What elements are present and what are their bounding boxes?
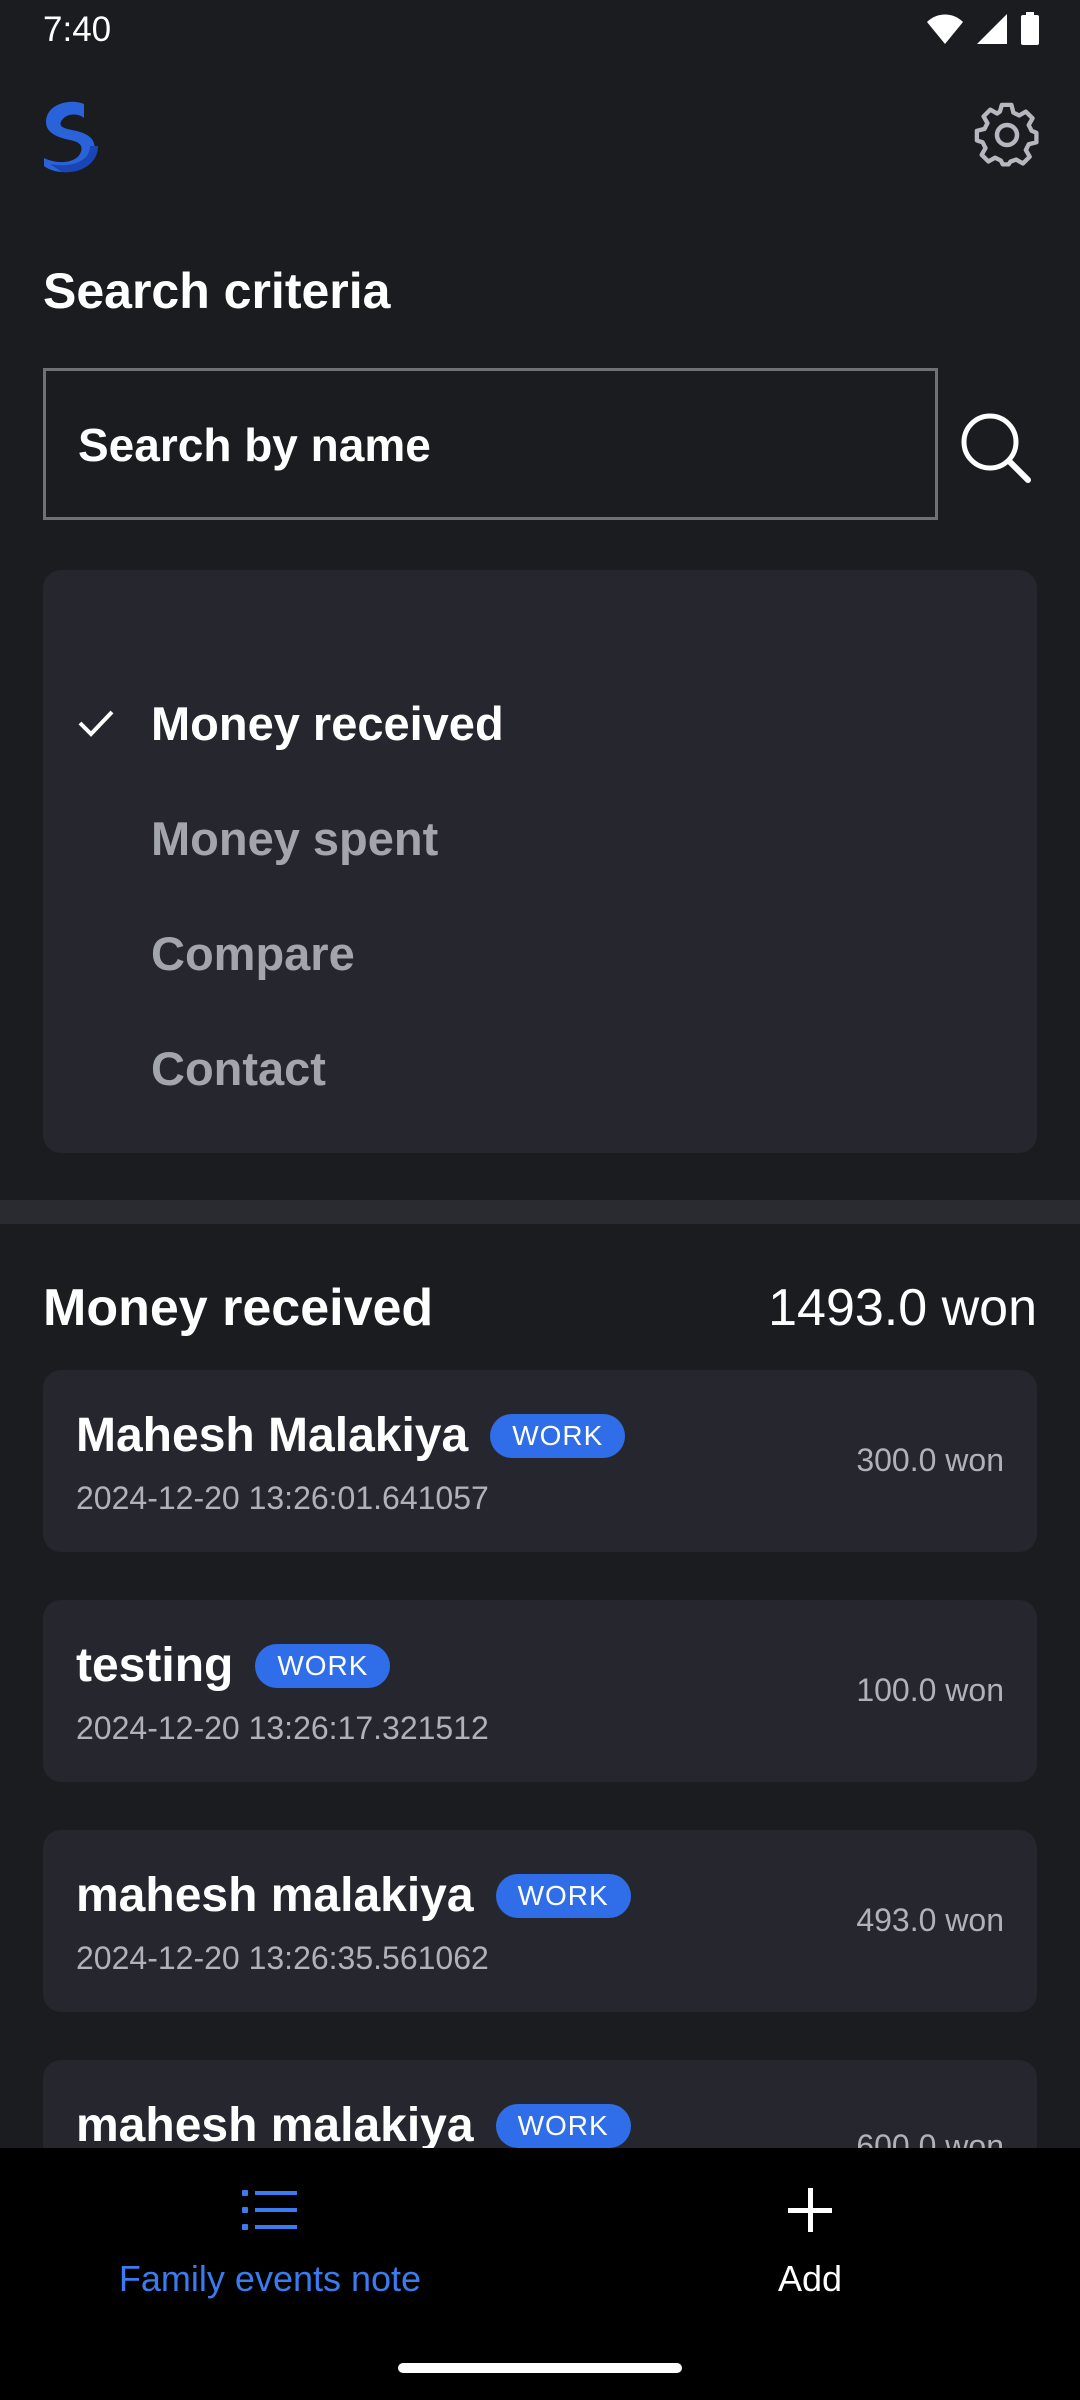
status-icons	[926, 12, 1040, 46]
entry-name-row: Mahesh Malakiya WORK	[76, 1408, 626, 1463]
entry-amount: 100.0 won	[856, 1672, 1004, 1708]
entry-name: mahesh malakiya	[76, 2099, 474, 2152]
gear-icon[interactable]	[974, 102, 1040, 168]
entry-tag: WORK	[495, 1874, 631, 1918]
home-indicator	[398, 2363, 682, 2373]
list-item[interactable]: mahesh malakiya WORK 2024-12-20 13:26:35.…	[43, 1830, 1037, 2012]
criteria-item-contact[interactable]: Contact	[43, 1017, 1037, 1117]
s-logo-icon	[44, 101, 98, 173]
entry-amount: 493.0 won	[856, 1902, 1004, 1938]
criteria-item-label: Money received	[151, 697, 504, 750]
entry-date: 2024-12-20 13:26:17.321512	[76, 1710, 489, 1746]
cellular-signal-icon	[977, 14, 1007, 44]
list-title: Money received	[43, 1279, 434, 1337]
criteria-item-money-spent[interactable]: Money spent	[43, 787, 1037, 887]
status-bar: 7:40	[0, 0, 1080, 60]
list-item[interactable]: testing WORK 2024-12-20 13:26:17.321512 1…	[43, 1600, 1037, 1782]
entry-name-row: mahesh malakiya WORK	[76, 1868, 631, 1923]
plus-icon	[788, 2188, 832, 2232]
entry-tag: WORK	[490, 1414, 626, 1458]
entry-tag: WORK	[495, 2104, 631, 2148]
search-field[interactable]	[43, 368, 938, 520]
search-input[interactable]	[76, 371, 900, 519]
entry-name: Mahesh Malakiya	[76, 1409, 469, 1462]
nav-label: Family events note	[118, 2258, 422, 2299]
battery-icon	[1021, 12, 1039, 45]
nav-item-family-events-note[interactable]: Family events note	[0, 2148, 540, 2328]
list-item[interactable]: Mahesh Malakiya WORK 2024-12-20 13:26:01.…	[43, 1370, 1037, 1552]
nav-label: Add	[777, 2258, 843, 2299]
criteria-item-money-received[interactable]: Money received	[43, 672, 1037, 772]
list-total: 1493.0 won	[768, 1279, 1037, 1337]
criteria-item-label: Compare	[151, 927, 355, 980]
entry-name-row: mahesh malakiya WORK	[76, 2098, 631, 2153]
entry-name: testing	[76, 1639, 234, 1692]
app-header	[0, 90, 1080, 190]
search-criteria-title: Search criteria	[43, 263, 391, 319]
status-time: 7:40	[43, 10, 112, 49]
check-icon	[78, 710, 114, 737]
criteria-menu: Money received Money spent Compare Conta…	[43, 570, 1037, 1153]
section-divider	[0, 1200, 1080, 1224]
entry-name: mahesh malakiya	[76, 1869, 474, 1922]
list-icon	[242, 2190, 297, 2230]
entry-tag: WORK	[255, 1644, 391, 1688]
criteria-item-compare[interactable]: Compare	[43, 902, 1037, 1002]
entry-date: 2024-12-20 13:26:01.641057	[76, 1480, 489, 1516]
criteria-item-label: Money spent	[151, 812, 439, 865]
nav-item-add[interactable]: Add	[540, 2148, 1080, 2328]
list-header: Money received 1493.0 won	[43, 1278, 1037, 1348]
entry-name-row: testing WORK	[76, 1638, 391, 1693]
entry-amount: 300.0 won	[856, 1442, 1004, 1478]
criteria-item-label: Contact	[151, 1042, 326, 1095]
wifi-icon	[927, 14, 963, 44]
search-icon[interactable]	[958, 410, 1034, 486]
entry-date: 2024-12-20 13:26:35.561062	[76, 1940, 489, 1976]
